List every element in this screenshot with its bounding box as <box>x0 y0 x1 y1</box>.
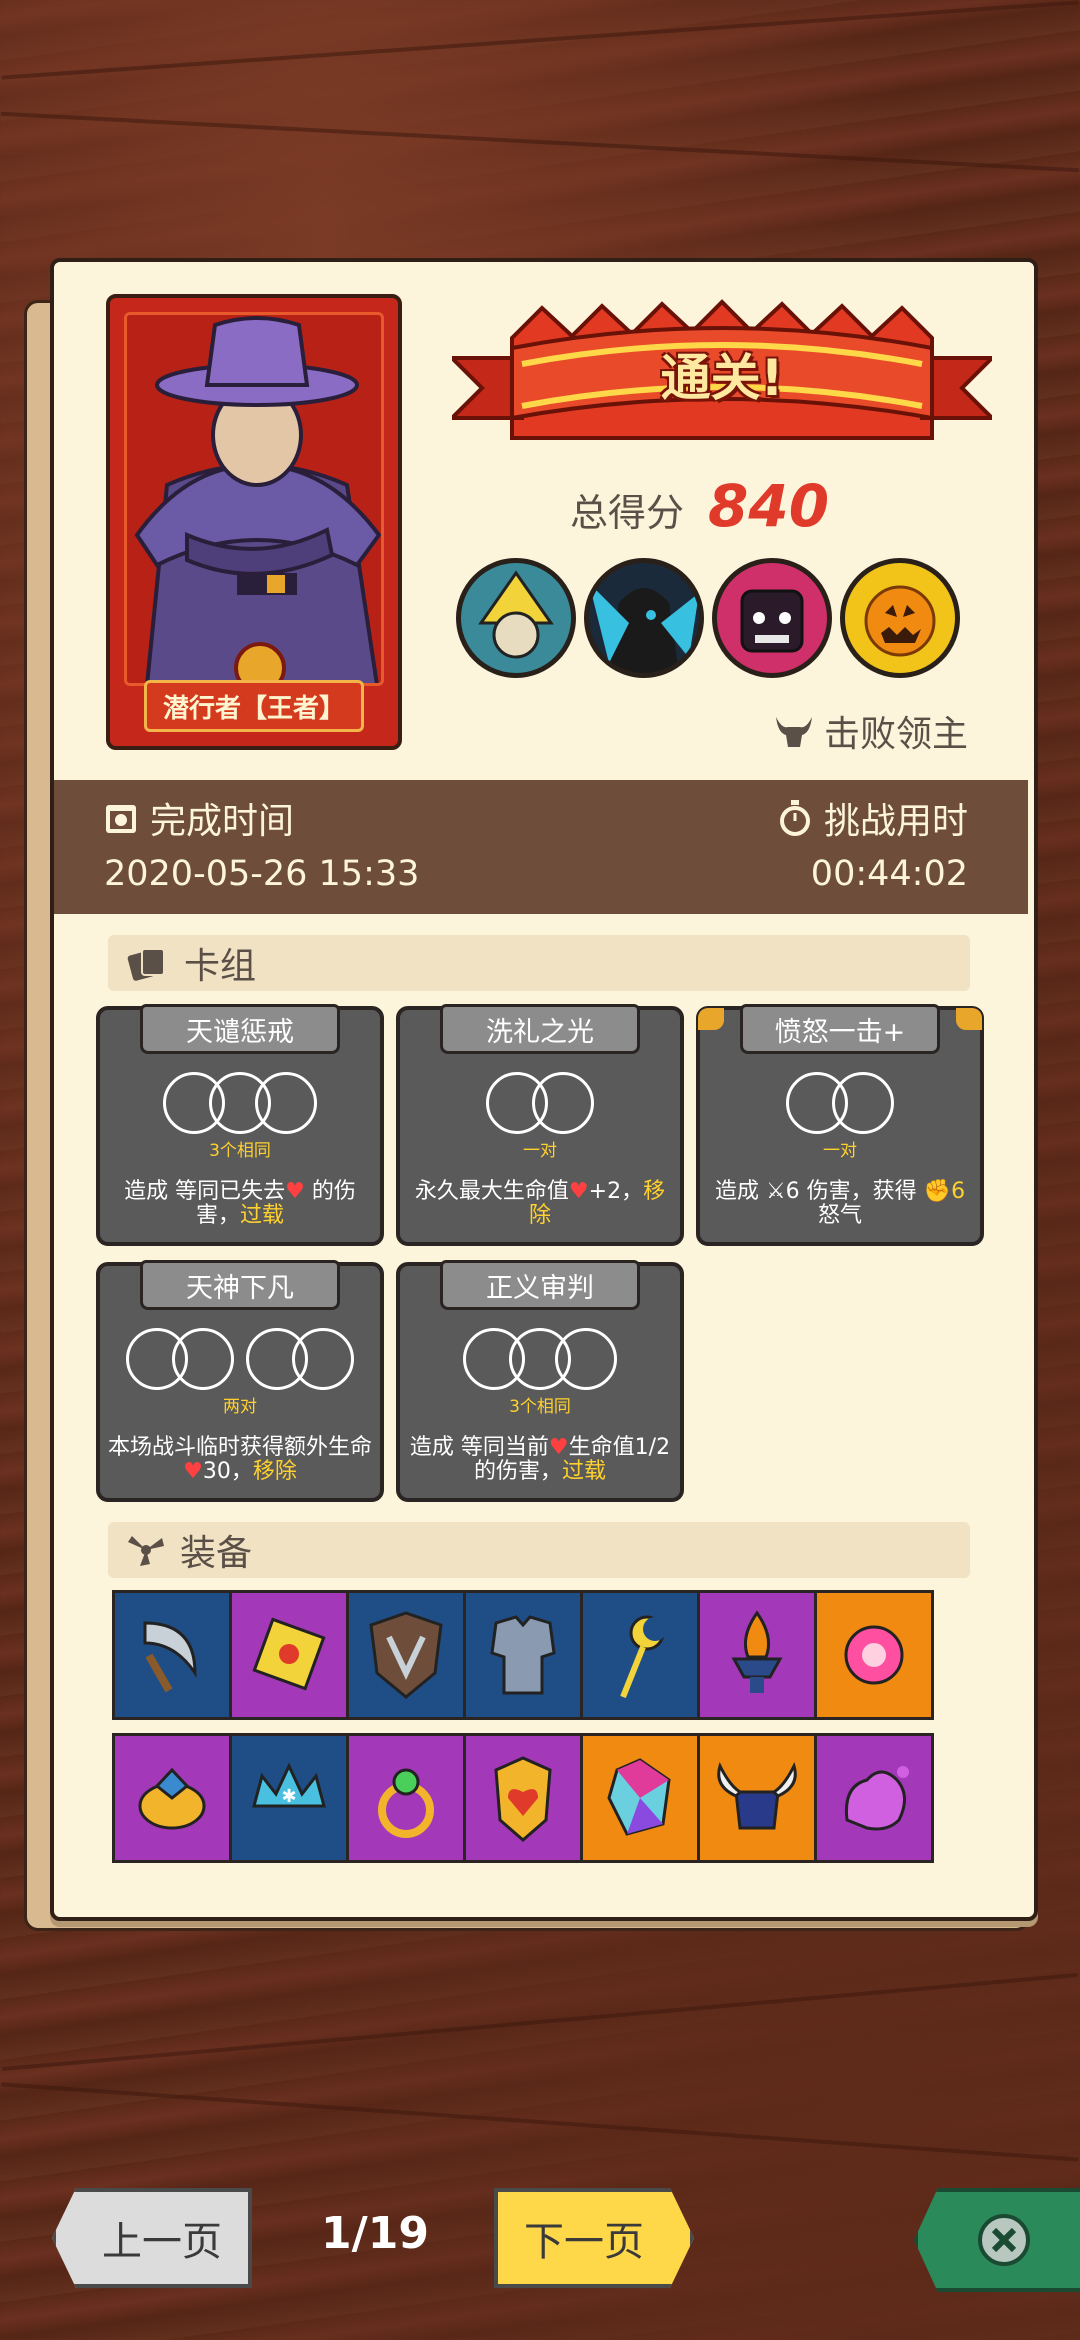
hero-card: 潜行者【王者】 <box>106 294 402 750</box>
shadow-boss-icon <box>584 558 704 678</box>
total-score: 总得分 840 <box>570 472 829 542</box>
equipment-icon <box>128 1536 164 1566</box>
deck-card[interactable]: 天神下凡 两对 本场战斗临时获得额外生命♥30，移除 <box>96 1260 384 1502</box>
prev-page-label: 上一页 <box>102 2219 222 2265</box>
prev-page-button[interactable]: 上一页 <box>52 2188 252 2288</box>
wood-grain <box>1 0 1079 80</box>
deck-section-header: 卡组 <box>108 935 970 991</box>
gem-ring-icon[interactable] <box>112 1733 232 1863</box>
duration-value: 00:44:02 <box>810 854 968 894</box>
victory-banner: 通关! <box>447 298 997 466</box>
slime-icon[interactable] <box>814 1733 934 1863</box>
finish-time-label: 完成时间 <box>104 792 294 844</box>
finish-time-text: 完成时间 <box>150 801 295 842</box>
demon-boss-icon <box>712 558 832 678</box>
card-requirement: 3个相同 <box>509 1397 571 1417</box>
next-page-button[interactable]: 下一页 <box>494 2188 694 2288</box>
green-ring-icon[interactable] <box>346 1733 466 1863</box>
heart-icon: ♥ <box>183 1459 203 1484</box>
dice-slots <box>400 1328 680 1390</box>
fire-orb-icon[interactable] <box>814 1590 934 1720</box>
close-icon <box>978 2214 1030 2266</box>
victory-title: 通关! <box>660 349 784 407</box>
heart-amulet-icon[interactable] <box>463 1733 583 1863</box>
hero-name: 潜行者【王者】 <box>144 680 364 732</box>
deck-title: 卡组 <box>184 946 257 987</box>
defeat-lords: 击败领主 <box>774 705 968 757</box>
crystal-icon[interactable] <box>580 1733 700 1863</box>
yellow-witch-boss-icon <box>456 558 576 678</box>
crown-icon[interactable]: ✱ <box>229 1733 349 1863</box>
equipment-row <box>112 1590 934 1720</box>
horned-helmet-icon[interactable] <box>697 1733 817 1863</box>
defeat-label: 击败领主 <box>823 714 968 755</box>
page-indicator: 1/19 <box>321 2208 429 2259</box>
card-description: 造成 等同当前♥生命值1/2 的伤害，过载 <box>409 1435 671 1484</box>
rage-fist-icon: ✊ <box>923 1179 952 1204</box>
equipment-section-header: 装备 <box>108 1522 970 1578</box>
heart-icon: ♥ <box>548 1435 569 1460</box>
bull-skull-icon <box>775 717 812 747</box>
dice-slots <box>700 1072 980 1134</box>
score-value: 840 <box>708 472 830 540</box>
heart-icon: ♥ <box>285 1179 305 1204</box>
card-requirement: 一对 <box>523 1141 557 1161</box>
card-name: 洗礼之光 <box>440 1004 640 1054</box>
card-name: 天谴惩戒 <box>140 1004 340 1054</box>
dice-slots <box>100 1328 380 1390</box>
svg-text:✱: ✱ <box>281 1786 296 1807</box>
deck-card[interactable]: 天谴惩戒 3个相同 造成 等同已失去♥ 的伤害，过载 <box>96 1004 384 1246</box>
duration-text: 挑战用时 <box>823 801 968 842</box>
equipment-row: ✱ <box>112 1733 934 1863</box>
defeated-bosses <box>456 558 960 678</box>
card-name: 正义审判 <box>440 1260 640 1310</box>
rune-icon[interactable] <box>229 1590 349 1720</box>
calendar-icon <box>106 805 136 833</box>
deck-card-upgraded[interactable]: 愤怒一击+ 一对 造成 ⚔6 伤害，获得 ✊6 怒气 <box>696 1004 984 1246</box>
score-label: 总得分 <box>570 491 685 535</box>
deck-card[interactable]: 正义审判 3个相同 造成 等同当前♥生命值1/2 的伤害，过载 <box>396 1260 684 1502</box>
hero-portrait <box>124 312 384 686</box>
wood-grain <box>1 2082 1079 2162</box>
card-description: 造成 等同已失去♥ 的伤害，过载 <box>124 1179 356 1228</box>
wood-grain <box>1 1972 1079 2072</box>
card-name: 愤怒一击+ <box>740 1004 940 1054</box>
upgrade-corner <box>956 1008 982 1030</box>
deck-card[interactable]: 洗礼之光 一对 永久最大生命值♥+2，移除 <box>396 1004 684 1246</box>
equipment-title: 装备 <box>180 1533 253 1574</box>
dice-slots <box>100 1072 380 1134</box>
moon-staff-icon[interactable] <box>580 1590 700 1720</box>
cards-icon <box>127 948 165 981</box>
card-requirement: 一对 <box>823 1141 857 1161</box>
sickle-icon[interactable] <box>112 1590 232 1720</box>
pumpkin-boss-icon <box>840 558 960 678</box>
finish-time-value: 2020-05-26 15:33 <box>104 854 420 894</box>
dice-slots <box>400 1072 680 1134</box>
upgrade-corner <box>698 1008 724 1030</box>
duration-label: 挑战用时 <box>778 792 968 844</box>
card-description: 本场战斗临时获得额外生命♥30，移除 <box>108 1435 373 1484</box>
time-summary: 完成时间 2020-05-26 15:33 挑战用时 00:44:02 <box>54 780 1028 914</box>
close-button[interactable] <box>914 2188 1080 2292</box>
heart-icon: ♥ <box>568 1179 589 1204</box>
stopwatch-icon <box>779 800 810 836</box>
fire-brazier-icon[interactable] <box>697 1590 817 1720</box>
card-description: 永久最大生命值♥+2，移除 <box>414 1179 666 1228</box>
card-name: 天神下凡 <box>140 1260 340 1310</box>
next-page-label: 下一页 <box>524 2219 644 2265</box>
sword-icon: ⚔ <box>765 1179 786 1204</box>
card-description: 造成 ⚔6 伤害，获得 ✊6 怒气 <box>714 1179 966 1228</box>
armor-icon[interactable] <box>463 1590 583 1720</box>
card-requirement: 两对 <box>223 1397 257 1417</box>
rogue-portrait-icon <box>127 315 381 683</box>
card-requirement: 3个相同 <box>209 1141 271 1161</box>
wood-grain <box>0 111 1080 173</box>
shield-icon[interactable] <box>346 1590 466 1720</box>
